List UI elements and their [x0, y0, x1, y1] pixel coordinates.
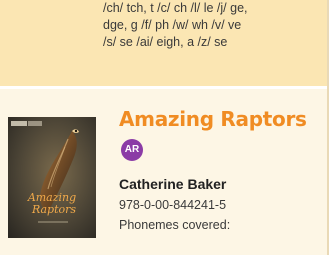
- entry-divider: [0, 86, 327, 89]
- previous-book-entry: /ch/ tch, t /c/ ch /l/ le /j/ ge, dge, g…: [0, 0, 327, 86]
- phonemes-covered-label: Phonemes covered:: [119, 218, 231, 232]
- phoneme-line: /ch/ tch, t /c/ ch /l/ le /j/ ge,: [103, 1, 248, 15]
- catalogue-page: /ch/ tch, t /c/ ch /l/ le /j/ ge, dge, g…: [0, 0, 329, 255]
- book-author: Catherine Baker: [119, 176, 227, 192]
- phoneme-line: /s/ se /ai/ eigh, a /z/ se: [103, 35, 228, 49]
- book-cover-image: Amazing Raptors: [8, 117, 96, 238]
- phoneme-line: dge, g /f/ ph /w/ wh /v/ ve: [103, 18, 242, 32]
- book-band-badge: AR: [121, 139, 143, 161]
- book-isbn: 978-0-00-844241-5: [119, 198, 227, 212]
- phonemes-list: /ch/ tch, t /c/ ch /l/ le /j/ ge, dge, g…: [103, 0, 325, 51]
- cover-title-line: Raptors: [31, 203, 76, 216]
- book-title: Amazing Raptors: [119, 107, 307, 131]
